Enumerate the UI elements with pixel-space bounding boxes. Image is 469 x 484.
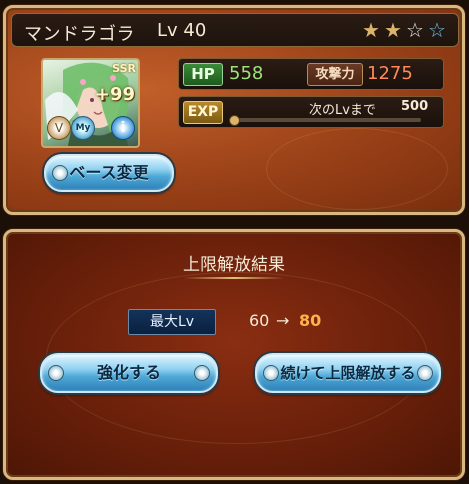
card-title-bar: マンドラゴラ Lv 40 ★ ★ ☆ ☆	[11, 13, 459, 47]
enhance-button[interactable]: 強化する	[40, 353, 218, 393]
button-cap-icon	[52, 165, 68, 181]
exp-label: EXP	[183, 101, 223, 124]
info-icon[interactable]: i	[111, 116, 135, 140]
character-portrait[interactable]: SSR +99 V My i	[41, 58, 140, 148]
max-level-label: 最大Lv	[128, 309, 216, 335]
button-cap-icon	[48, 365, 64, 381]
continue-limit-break-label: 続けて上限解放する	[280, 364, 416, 382]
star-filled-icon: ★	[384, 18, 402, 42]
star-empty-icon: ☆	[406, 18, 424, 42]
character-card: マンドラゴラ Lv 40 ★ ★ ☆ ☆ SSR +99 V My i HP 5…	[3, 5, 465, 215]
character-name: マンドラゴラ	[24, 24, 135, 45]
attack-label: 攻撃力	[307, 63, 363, 86]
hp-value: 558	[229, 63, 264, 84]
card-ornament	[266, 128, 448, 210]
exp-bar: EXP 次のLvまで 500	[178, 96, 444, 128]
plus-bonus-badge: +99	[94, 84, 135, 105]
enhance-button-label: 強化する	[96, 363, 161, 382]
arrow-right-icon: →	[276, 311, 290, 330]
max-level-to: 80	[299, 311, 322, 330]
exp-progress-knob	[229, 115, 240, 126]
button-cap-icon	[263, 365, 279, 381]
change-base-button[interactable]: ベース変更	[44, 154, 174, 192]
result-title: 上限解放結果	[183, 255, 285, 275]
element-icon: V	[47, 116, 71, 140]
limit-break-result-panel: 上限解放結果 最大Lv 60 → 80 強化する 続けて上限解放する	[3, 229, 465, 480]
button-cap-icon	[417, 365, 433, 381]
change-base-label: ベース変更	[69, 163, 149, 182]
star-filled-icon: ★	[362, 18, 380, 42]
exp-next-value: 500	[401, 99, 429, 114]
title-divider	[184, 277, 284, 279]
attack-value: 1275	[367, 63, 413, 84]
rarity-badge: SSR	[112, 62, 136, 75]
star-empty-icon: ☆	[428, 18, 446, 42]
my-badge: My	[71, 116, 95, 140]
continue-limit-break-button[interactable]: 続けて上限解放する	[255, 353, 441, 393]
hp-label: HP	[183, 63, 223, 86]
exp-next-label: 次のLvまで	[309, 103, 376, 118]
max-level-from: 60	[249, 311, 270, 330]
stats-bar: HP 558 攻撃力 1275	[178, 58, 444, 90]
character-level: Lv 40	[157, 20, 207, 41]
exp-progress-track	[229, 118, 421, 122]
button-cap-icon	[194, 365, 210, 381]
